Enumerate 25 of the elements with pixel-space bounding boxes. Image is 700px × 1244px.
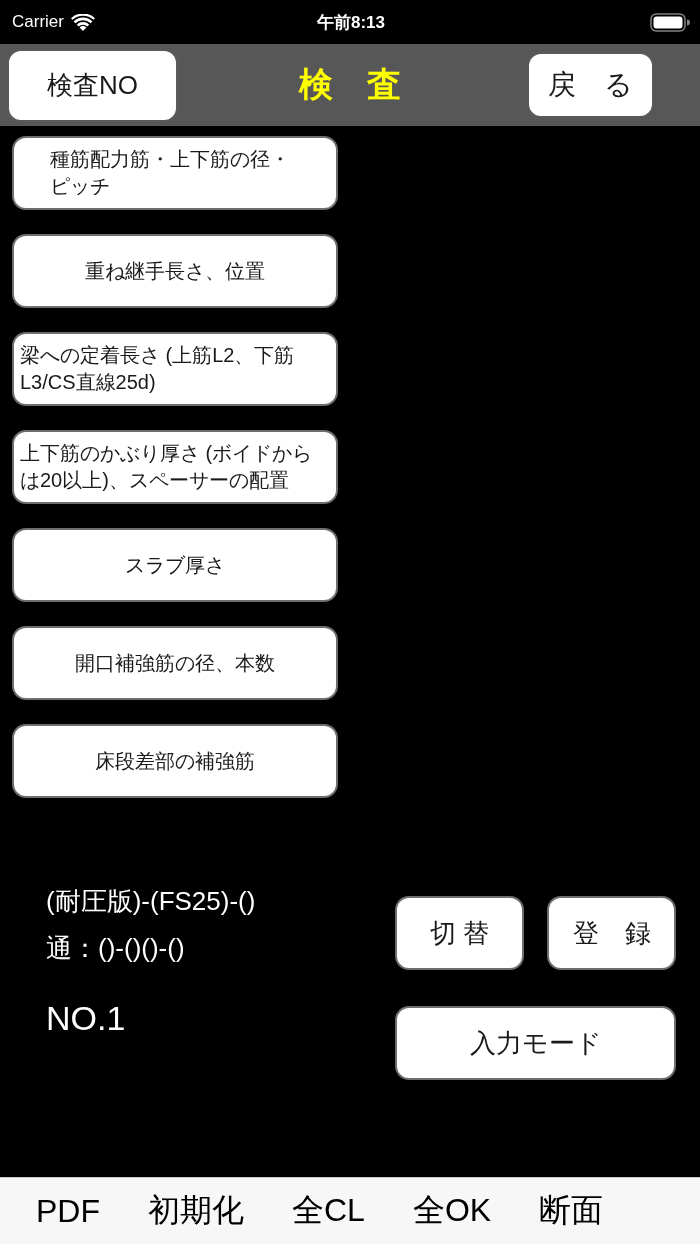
action-button[interactable]: 切 替 xyxy=(395,896,524,970)
check-item-button[interactable]: 梁への定着長さ (上筋L2、下筋L3/CS直線25d) xyxy=(12,332,338,406)
action-button[interactable]: 入力モード xyxy=(395,1006,676,1080)
toolbar-button[interactable]: PDF xyxy=(36,1192,100,1230)
element-code-text: (耐圧版)-(FS25)-() xyxy=(46,886,256,916)
carrier-name: Carrier xyxy=(12,12,64,32)
screen-title: 検 査 xyxy=(299,64,401,105)
grid-line-text: 通：()-()()-() xyxy=(46,933,185,963)
check-item-button[interactable]: 床段差部の補強筋 xyxy=(12,724,338,798)
inspection-number-button[interactable]: 検査NO xyxy=(7,48,178,122)
action-button[interactable]: 登 録 xyxy=(547,896,676,970)
check-item-button[interactable]: 上下筋のかぶり厚さ (ボイドからは20以上)、スペーサーの配置 xyxy=(12,430,338,504)
toolbar-button[interactable]: 断面 xyxy=(539,1189,604,1233)
toolbar-button[interactable]: 全CL xyxy=(292,1189,365,1233)
clock-time: 午前8:13 xyxy=(317,11,385,34)
battery-icon xyxy=(650,12,690,32)
number-text: NO.1 xyxy=(46,998,126,1038)
wifi-icon xyxy=(70,13,95,31)
check-item-button[interactable]: 開口補強筋の径、本数 xyxy=(12,626,338,700)
check-item-button[interactable]: 種筋配力筋・上下筋の径・ピッチ xyxy=(12,136,338,210)
toolbar-button[interactable]: 初期化 xyxy=(148,1189,244,1233)
check-item-button[interactable]: 重ね継手長さ、位置 xyxy=(12,234,338,308)
check-item-button[interactable]: スラブ厚さ xyxy=(12,528,338,602)
back-button[interactable]: 戻 る xyxy=(527,52,654,118)
toolbar-button[interactable]: 全OK xyxy=(412,1189,492,1233)
